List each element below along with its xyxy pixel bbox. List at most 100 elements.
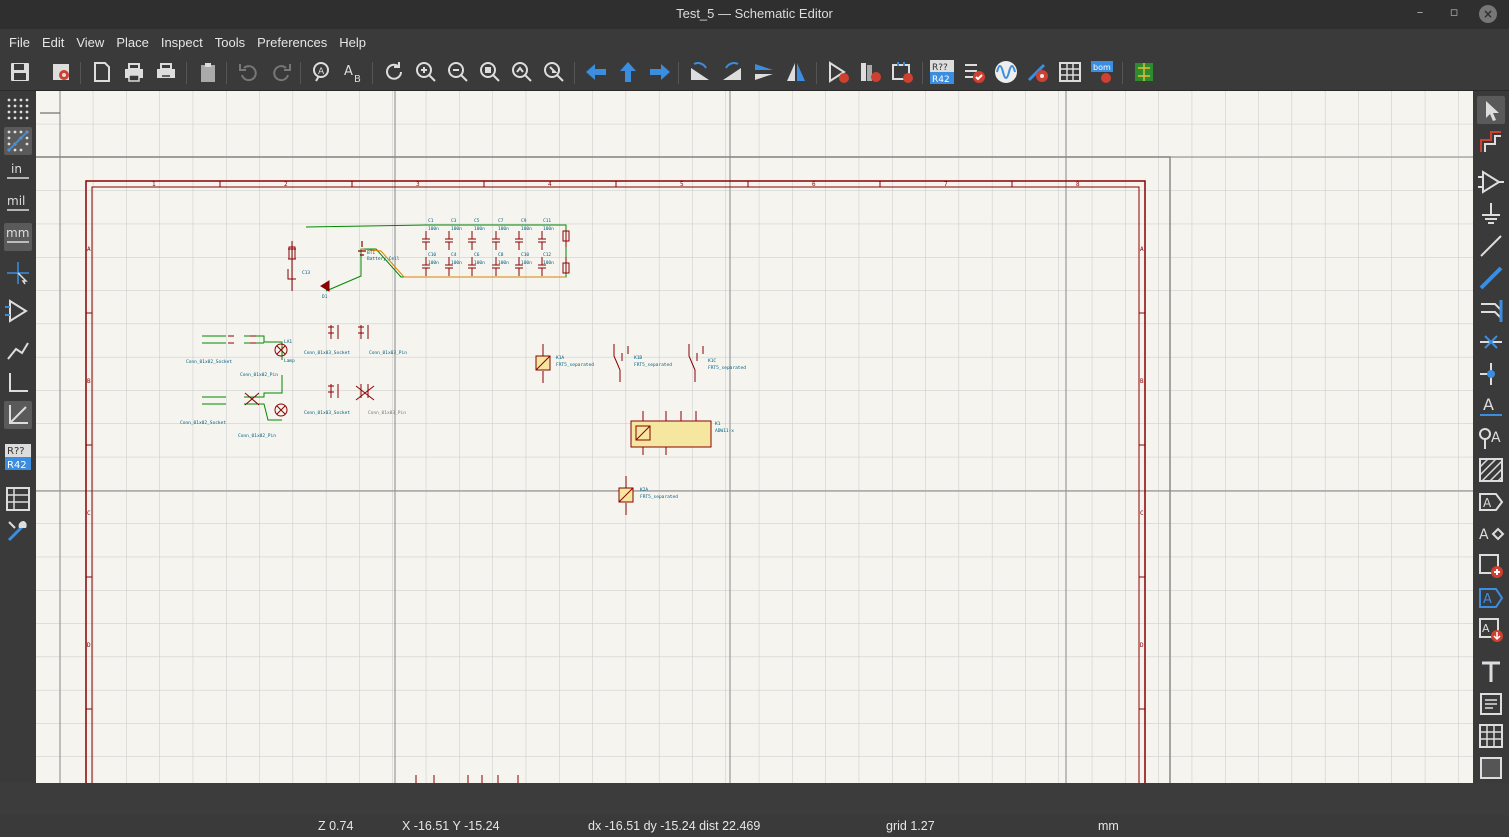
print-icon[interactable] (122, 60, 146, 84)
svg-text:A: A (1479, 527, 1489, 543)
add-power-icon[interactable] (1477, 200, 1505, 228)
svg-text:R??: R?? (932, 63, 948, 73)
zoom-objects-icon[interactable] (510, 60, 534, 84)
undo-icon[interactable] (236, 60, 260, 84)
highlight-net-icon[interactable] (1477, 128, 1505, 156)
line-mode-90-icon[interactable] (4, 369, 32, 397)
zoom-fit-icon[interactable] (478, 60, 502, 84)
add-sheet-pin-icon[interactable]: A (1477, 584, 1505, 612)
close-icon[interactable]: × (1479, 5, 1497, 23)
svg-text:R42: R42 (932, 75, 950, 84)
add-text-icon[interactable] (1477, 658, 1505, 686)
units-mil-button[interactable]: mil (4, 191, 32, 219)
fields-table-icon[interactable] (1058, 60, 1082, 84)
add-global-label-icon[interactable]: A (1477, 488, 1505, 516)
plot-icon[interactable] (154, 60, 178, 84)
pcb-editor-icon[interactable] (1132, 60, 1156, 84)
frame-row-d: D (87, 642, 91, 649)
add-netclass-icon[interactable]: A (1477, 424, 1505, 452)
full-crosshair-icon[interactable] (4, 259, 32, 287)
menu-file[interactable]: File (3, 35, 36, 50)
zoom-out-icon[interactable] (446, 60, 470, 84)
mirror-v-icon[interactable] (752, 60, 776, 84)
properties-tools-icon[interactable] (4, 517, 32, 545)
mirror-h-icon[interactable] (784, 60, 808, 84)
menu-inspect[interactable]: Inspect (155, 35, 209, 50)
add-symbol-icon[interactable] (1477, 168, 1505, 196)
paste-icon[interactable] (196, 60, 220, 84)
svg-text:bom: bom (1093, 63, 1111, 72)
symbol-library-icon[interactable] (858, 60, 882, 84)
maximize-icon[interactable]: ▫ (1445, 5, 1463, 23)
find-replace-icon[interactable]: AB (342, 60, 366, 84)
units-mm-button[interactable]: mm (4, 223, 32, 251)
svg-text:in: in (11, 162, 22, 176)
grid-override-icon[interactable] (4, 127, 32, 155)
menu-place[interactable]: Place (110, 35, 155, 50)
svg-text:100n: 100n (498, 226, 509, 232)
annotation-toggle-icon[interactable]: R?? R42 (4, 443, 32, 471)
nav-forward-icon[interactable] (648, 60, 672, 84)
bom-icon[interactable]: bom (1090, 60, 1114, 84)
find-icon[interactable]: A (310, 60, 334, 84)
hierarchy-navigator-icon[interactable] (4, 485, 32, 513)
select-tool-icon[interactable] (1477, 96, 1505, 124)
rotate-cw-icon[interactable] (720, 60, 744, 84)
no-connect-icon[interactable] (1477, 328, 1505, 356)
svg-text:100n: 100n (521, 260, 532, 266)
line-mode-45-icon[interactable] (4, 401, 32, 429)
add-rule-area-icon[interactable] (1477, 456, 1505, 484)
schematic-canvas[interactable]: 1 2 3 4 5 6 7 8 A B C D A B C D C1 C3 C5… (36, 91, 1473, 783)
symbol-editor-icon[interactable] (826, 60, 850, 84)
grid-toggle-icon[interactable] (4, 95, 32, 123)
menu-preferences[interactable]: Preferences (251, 35, 333, 50)
schematic-drawing[interactable]: 1 2 3 4 5 6 7 8 A B C D A B C D C1 C3 C5… (36, 91, 1473, 783)
frame-row-c-right: C (1140, 510, 1144, 517)
svg-text:R??: R?? (7, 446, 25, 457)
simulator-icon[interactable] (994, 60, 1018, 84)
frame-row-d-right: D (1140, 642, 1144, 649)
schematic-setup-icon[interactable] (50, 60, 74, 84)
svg-text:A: A (1482, 622, 1490, 635)
frame-col-4: 4 (548, 181, 552, 188)
zoom-in-icon[interactable] (414, 60, 438, 84)
add-sheet-icon[interactable] (1477, 552, 1505, 580)
annotate-icon[interactable]: R?? R42 (930, 60, 954, 84)
save-icon[interactable] (8, 60, 32, 84)
line-mode-free-icon[interactable] (4, 337, 32, 365)
zoom-selection-icon[interactable] (542, 60, 566, 84)
frame-col-7: 7 (944, 181, 948, 188)
add-bus-icon[interactable] (1477, 264, 1505, 292)
add-rectangle-icon[interactable] (1477, 754, 1505, 782)
import-sheet-pin-icon[interactable]: A (1477, 616, 1505, 644)
redo-icon[interactable] (270, 60, 294, 84)
add-wire-to-bus-icon[interactable] (1477, 296, 1505, 324)
erc-icon[interactable] (962, 60, 986, 84)
menu-edit[interactable]: Edit (36, 35, 70, 50)
menu-tools[interactable]: Tools (209, 35, 251, 50)
zoom-readout: Z 0.74 (318, 819, 354, 833)
nav-back-icon[interactable] (584, 60, 608, 84)
add-wire-icon[interactable] (1477, 232, 1505, 260)
svg-text:C12: C12 (543, 252, 551, 258)
nav-up-icon[interactable] (616, 60, 640, 84)
bus-definitions-icon[interactable] (1026, 60, 1050, 84)
add-table-icon[interactable] (1477, 722, 1505, 750)
svg-text:C6: C6 (474, 252, 480, 258)
add-label-icon[interactable]: A (1477, 392, 1505, 420)
hidden-pins-icon[interactable] (4, 297, 32, 325)
menu-help[interactable]: Help (333, 35, 372, 50)
svg-text:A: A (318, 67, 325, 77)
add-textbox-icon[interactable] (1477, 690, 1505, 718)
status-bar: Z 0.74 X -16.51 Y -15.24 dx -16.51 dy -1… (0, 815, 1509, 837)
svg-text:C7: C7 (498, 218, 504, 224)
add-junction-icon[interactable] (1477, 360, 1505, 388)
minimize-icon[interactable]: – (1411, 5, 1429, 23)
units-inch-button[interactable]: in (4, 159, 32, 187)
new-page-icon[interactable] (90, 60, 114, 84)
rotate-ccw-icon[interactable] (688, 60, 712, 84)
add-hier-label-icon[interactable]: A (1477, 520, 1505, 548)
refresh-icon[interactable] (382, 60, 406, 84)
footprint-assign-icon[interactable] (890, 60, 914, 84)
menu-view[interactable]: View (70, 35, 110, 50)
